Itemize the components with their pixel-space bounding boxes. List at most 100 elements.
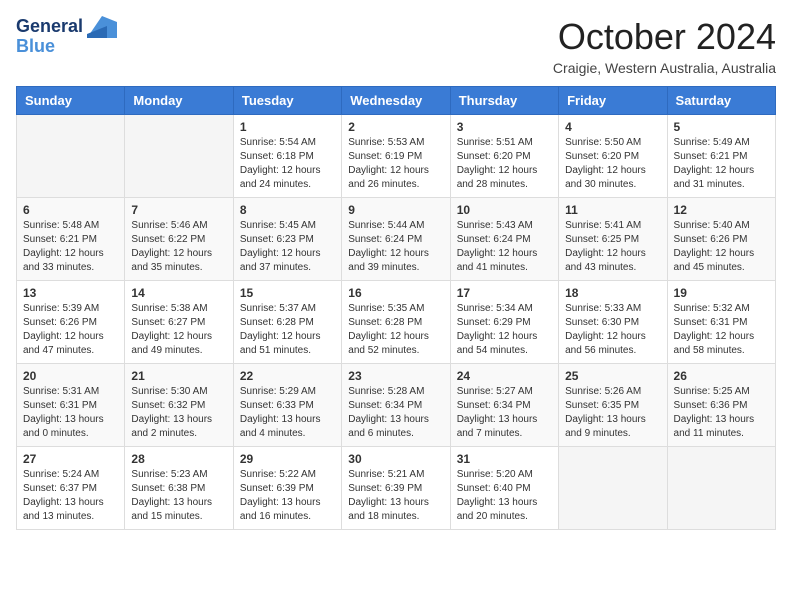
day-info: Sunrise: 5:27 AMSunset: 6:34 PMDaylight:… <box>457 385 552 441</box>
day-info: Sunrise: 5:48 AMSunset: 6:21 PMDaylight:… <box>23 219 118 275</box>
day-info: Sunrise: 5:50 AMSunset: 6:20 PMDaylight:… <box>565 136 660 192</box>
day-info: Sunrise: 5:20 AMSunset: 6:40 PMDaylight:… <box>457 468 552 524</box>
day-number: 3 <box>457 120 552 134</box>
day-number: 13 <box>23 286 118 300</box>
day-number: 17 <box>457 286 552 300</box>
logo-blue: Blue <box>16 36 117 57</box>
day-info: Sunrise: 5:30 AMSunset: 6:32 PMDaylight:… <box>131 385 226 441</box>
day-number: 31 <box>457 452 552 466</box>
day-info: Sunrise: 5:39 AMSunset: 6:26 PMDaylight:… <box>23 302 118 358</box>
calendar-cell: 8Sunrise: 5:45 AMSunset: 6:23 PMDaylight… <box>233 198 341 281</box>
weekday-header-friday: Friday <box>559 87 667 115</box>
day-info: Sunrise: 5:46 AMSunset: 6:22 PMDaylight:… <box>131 219 226 275</box>
weekday-header-wednesday: Wednesday <box>342 87 450 115</box>
calendar-cell <box>667 447 775 530</box>
day-info: Sunrise: 5:54 AMSunset: 6:18 PMDaylight:… <box>240 136 335 192</box>
day-info: Sunrise: 5:43 AMSunset: 6:24 PMDaylight:… <box>457 219 552 275</box>
calendar-cell: 28Sunrise: 5:23 AMSunset: 6:38 PMDayligh… <box>125 447 233 530</box>
calendar-cell: 10 Sunrise: 5:43 AMSunset: 6:24 PMDayligh… <box>450 198 558 281</box>
day-info: Sunrise: 5:45 AMSunset: 6:23 PMDaylight:… <box>240 219 335 275</box>
day-number: 6 <box>23 203 118 217</box>
day-number: 1 <box>240 120 335 134</box>
logo-icon <box>87 16 117 38</box>
weekday-header-sunday: Sunday <box>17 87 125 115</box>
calendar-cell: 13 Sunrise: 5:39 AMSunset: 6:26 PMDayligh… <box>17 281 125 364</box>
day-info: Sunrise: 5:22 AMSunset: 6:39 PMDaylight:… <box>240 468 335 524</box>
logo: General Blue <box>16 16 117 57</box>
day-info: Sunrise: 5:40 AMSunset: 6:26 PMDaylight:… <box>674 219 769 275</box>
day-number: 23 <box>348 369 443 383</box>
day-number: 14 <box>131 286 226 300</box>
calendar-cell: 6 Sunrise: 5:48 AMSunset: 6:21 PMDaylight… <box>17 198 125 281</box>
day-number: 2 <box>348 120 443 134</box>
calendar-cell: 1 Sunrise: 5:54 AMSunset: 6:18 PMDaylight… <box>233 115 341 198</box>
day-info: Sunrise: 5:31 AMSunset: 6:31 PMDaylight:… <box>23 385 118 441</box>
calendar-cell: 14 Sunrise: 5:38 AMSunset: 6:27 PMDayligh… <box>125 281 233 364</box>
day-number: 12 <box>674 203 769 217</box>
day-info: Sunrise: 5:37 AMSunset: 6:28 PMDaylight:… <box>240 302 335 358</box>
calendar-cell: 12 Sunrise: 5:40 AMSunset: 6:26 PMDayligh… <box>667 198 775 281</box>
calendar-cell: 25 Sunrise: 5:26 AMSunset: 6:35 PMDayligh… <box>559 364 667 447</box>
calendar-cell: 21 Sunrise: 5:30 AMSunset: 6:32 PMDayligh… <box>125 364 233 447</box>
calendar-cell: 2Sunrise: 5:53 AMSunset: 6:19 PMDaylight… <box>342 115 450 198</box>
title-block: October 2024 Craigie, Western Australia,… <box>553 16 776 76</box>
day-info: Sunrise: 5:51 AMSunset: 6:20 PMDaylight:… <box>457 136 552 192</box>
calendar-cell: 29 Sunrise: 5:22 AMSunset: 6:39 PMDayligh… <box>233 447 341 530</box>
calendar-cell: 9 Sunrise: 5:44 AMSunset: 6:24 PMDaylight… <box>342 198 450 281</box>
day-number: 29 <box>240 452 335 466</box>
day-info: Sunrise: 5:26 AMSunset: 6:35 PMDaylight:… <box>565 385 660 441</box>
calendar-cell <box>17 115 125 198</box>
day-info: Sunrise: 5:24 AMSunset: 6:37 PMDaylight:… <box>23 468 118 524</box>
calendar-cell: 31 Sunrise: 5:20 AMSunset: 6:40 PMDayligh… <box>450 447 558 530</box>
calendar-cell: 11Sunrise: 5:41 AMSunset: 6:25 PMDayligh… <box>559 198 667 281</box>
day-number: 4 <box>565 120 660 134</box>
month-title: October 2024 <box>553 16 776 58</box>
location-text: Craigie, Western Australia, Australia <box>553 60 776 76</box>
weekday-header-monday: Monday <box>125 87 233 115</box>
day-info: Sunrise: 5:29 AMSunset: 6:33 PMDaylight:… <box>240 385 335 441</box>
calendar-week-row: 20 Sunrise: 5:31 AMSunset: 6:31 PMDayligh… <box>17 364 776 447</box>
day-info: Sunrise: 5:34 AMSunset: 6:29 PMDaylight:… <box>457 302 552 358</box>
day-info: Sunrise: 5:44 AMSunset: 6:24 PMDaylight:… <box>348 219 443 275</box>
day-number: 20 <box>23 369 118 383</box>
day-number: 11 <box>565 203 660 217</box>
calendar-cell: 20 Sunrise: 5:31 AMSunset: 6:31 PMDayligh… <box>17 364 125 447</box>
day-number: 30 <box>348 452 443 466</box>
day-number: 7 <box>131 203 226 217</box>
day-number: 21 <box>131 369 226 383</box>
calendar-cell <box>559 447 667 530</box>
day-info: Sunrise: 5:35 AMSunset: 6:28 PMDaylight:… <box>348 302 443 358</box>
day-number: 25 <box>565 369 660 383</box>
day-info: Sunrise: 5:23 AMSunset: 6:38 PMDaylight:… <box>131 468 226 524</box>
day-number: 18 <box>565 286 660 300</box>
day-number: 24 <box>457 369 552 383</box>
calendar-cell: 22 Sunrise: 5:29 AMSunset: 6:33 PMDayligh… <box>233 364 341 447</box>
day-info: Sunrise: 5:28 AMSunset: 6:34 PMDaylight:… <box>348 385 443 441</box>
calendar-cell: 17 Sunrise: 5:34 AMSunset: 6:29 PMDayligh… <box>450 281 558 364</box>
calendar-cell: 23 Sunrise: 5:28 AMSunset: 6:34 PMDayligh… <box>342 364 450 447</box>
day-info: Sunrise: 5:38 AMSunset: 6:27 PMDaylight:… <box>131 302 226 358</box>
calendar-cell: 15Sunrise: 5:37 AMSunset: 6:28 PMDayligh… <box>233 281 341 364</box>
page-header: General Blue October 2024 Craigie, Weste… <box>16 16 776 76</box>
day-number: 10 <box>457 203 552 217</box>
calendar-cell: 3 Sunrise: 5:51 AMSunset: 6:20 PMDaylight… <box>450 115 558 198</box>
day-number: 5 <box>674 120 769 134</box>
calendar-cell: 24 Sunrise: 5:27 AMSunset: 6:34 PMDayligh… <box>450 364 558 447</box>
calendar-cell: 18Sunrise: 5:33 AMSunset: 6:30 PMDayligh… <box>559 281 667 364</box>
day-number: 19 <box>674 286 769 300</box>
day-number: 9 <box>348 203 443 217</box>
day-info: Sunrise: 5:32 AMSunset: 6:31 PMDaylight:… <box>674 302 769 358</box>
calendar-week-row: 13 Sunrise: 5:39 AMSunset: 6:26 PMDayligh… <box>17 281 776 364</box>
day-info: Sunrise: 5:49 AMSunset: 6:21 PMDaylight:… <box>674 136 769 192</box>
weekday-header-thursday: Thursday <box>450 87 558 115</box>
calendar-table: SundayMondayTuesdayWednesdayThursdayFrid… <box>16 86 776 530</box>
weekday-header-saturday: Saturday <box>667 87 775 115</box>
calendar-cell: 26Sunrise: 5:25 AMSunset: 6:36 PMDayligh… <box>667 364 775 447</box>
calendar-week-row: 27Sunrise: 5:24 AMSunset: 6:37 PMDayligh… <box>17 447 776 530</box>
calendar-cell: 5 Sunrise: 5:49 AMSunset: 6:21 PMDaylight… <box>667 115 775 198</box>
day-number: 16 <box>348 286 443 300</box>
calendar-week-row: 1 Sunrise: 5:54 AMSunset: 6:18 PMDaylight… <box>17 115 776 198</box>
day-number: 22 <box>240 369 335 383</box>
calendar-cell: 27Sunrise: 5:24 AMSunset: 6:37 PMDayligh… <box>17 447 125 530</box>
day-number: 26 <box>674 369 769 383</box>
